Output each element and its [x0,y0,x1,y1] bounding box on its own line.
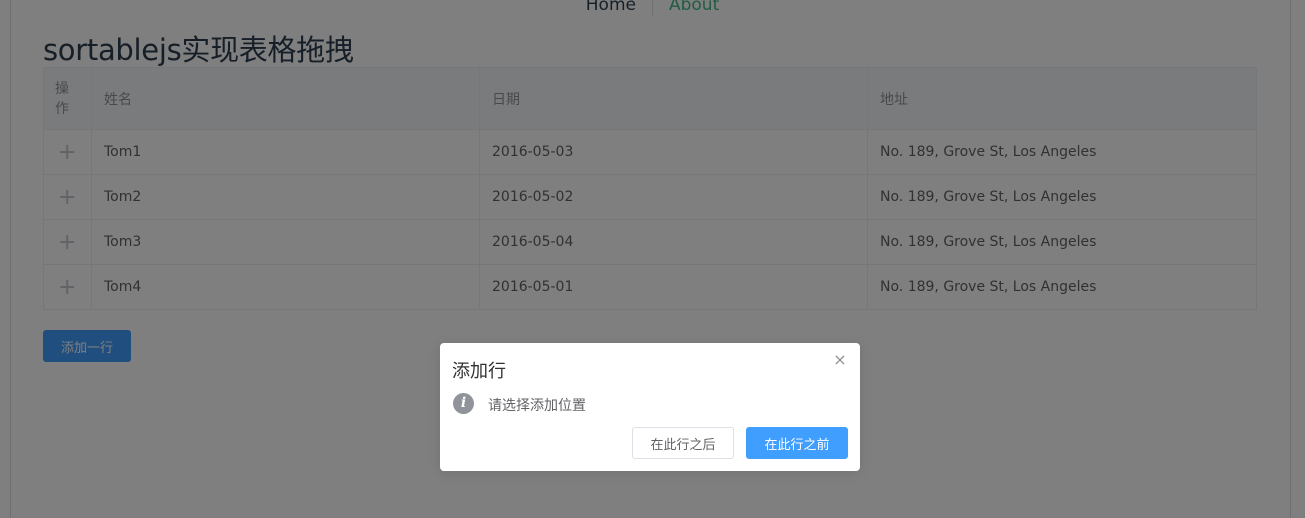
info-icon: i [453,393,474,414]
dialog-message: 请选择添加位置 [488,398,586,414]
add-row-dialog: 添加行 × i 请选择添加位置 在此行之后 在此行之前 [440,343,860,471]
insert-before-button[interactable]: 在此行之前 [746,427,848,459]
dialog-title: 添加行 [452,361,506,382]
insert-after-button[interactable]: 在此行之后 [632,427,734,459]
close-icon[interactable]: × [832,352,848,368]
